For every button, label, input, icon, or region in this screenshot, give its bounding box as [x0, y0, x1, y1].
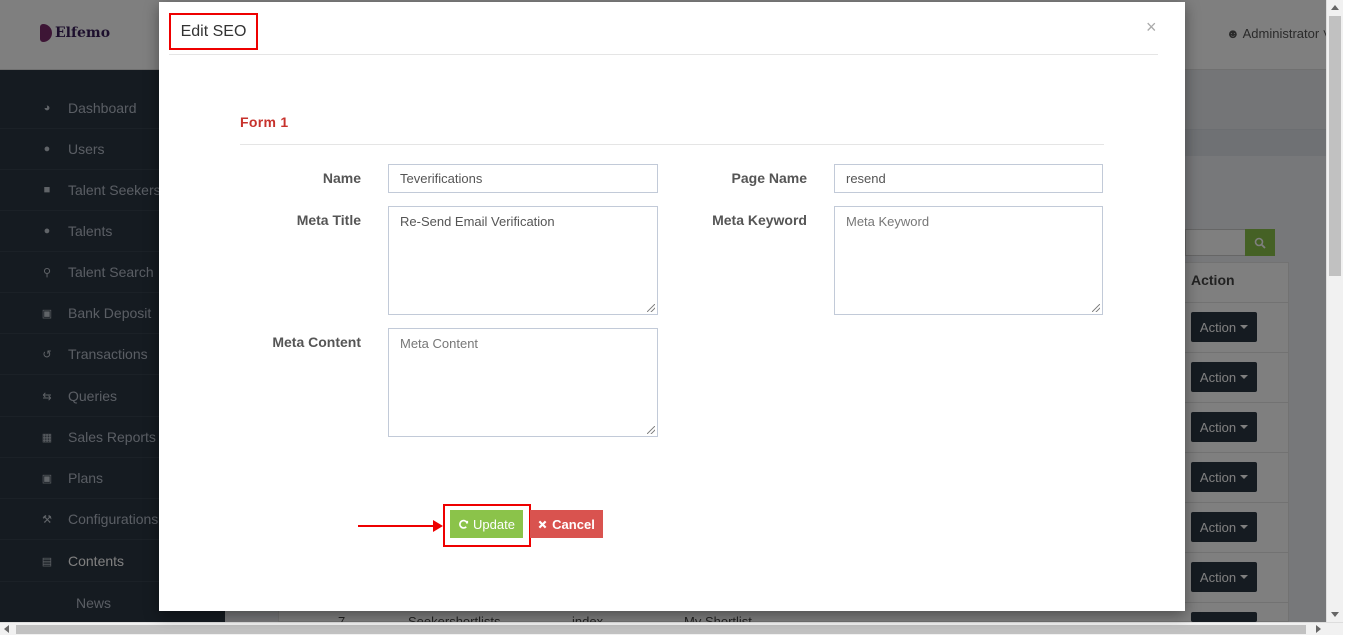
page-name-input[interactable]	[834, 164, 1103, 193]
divider	[169, 54, 1158, 55]
scroll-left-icon[interactable]	[4, 625, 9, 633]
page-name-label: Page Name	[731, 170, 807, 186]
resize-handle-icon[interactable]	[1092, 304, 1100, 312]
meta-title-textarea[interactable]: Re-Send Email Verification	[388, 206, 658, 315]
meta-keyword-label: Meta Keyword	[712, 212, 807, 228]
scroll-down-icon[interactable]	[1331, 612, 1339, 617]
update-button-label: Update	[473, 516, 515, 532]
vertical-scrollbar[interactable]	[1326, 0, 1343, 622]
scroll-up-icon[interactable]	[1331, 5, 1339, 10]
meta-content-label: Meta Content	[272, 334, 361, 350]
scrollbar-thumb[interactable]	[16, 625, 1306, 634]
window-edge	[1343, 0, 1359, 635]
cancel-button[interactable]: Cancel	[530, 510, 603, 538]
edit-seo-modal: Edit SEO × Form 1 Name Page Name Meta Ti…	[159, 2, 1185, 611]
annotation-arrow	[358, 525, 436, 527]
update-button[interactable]: Update	[450, 510, 523, 538]
meta-content-textarea[interactable]	[388, 328, 658, 437]
annotation-arrow-head	[433, 520, 443, 532]
modal-title: Edit SEO	[180, 22, 247, 40]
scrollbar-thumb[interactable]	[1329, 16, 1341, 276]
close-icon	[538, 520, 547, 528]
resize-handle-icon[interactable]	[647, 304, 655, 312]
name-label: Name	[322, 170, 361, 186]
scroll-right-icon[interactable]	[1316, 625, 1321, 633]
form-caption: Form 1	[240, 114, 289, 130]
cancel-button-label: Cancel	[552, 516, 595, 532]
divider	[240, 144, 1104, 145]
name-input[interactable]	[388, 164, 658, 193]
refresh-icon	[459, 519, 469, 529]
meta-keyword-textarea[interactable]	[834, 206, 1103, 315]
close-icon[interactable]: ×	[1146, 18, 1157, 36]
modal-title-highlight: Edit SEO	[169, 13, 258, 50]
meta-title-label: Meta Title	[296, 212, 361, 228]
horizontal-scrollbar[interactable]	[0, 622, 1343, 635]
resize-handle-icon[interactable]	[647, 426, 655, 434]
